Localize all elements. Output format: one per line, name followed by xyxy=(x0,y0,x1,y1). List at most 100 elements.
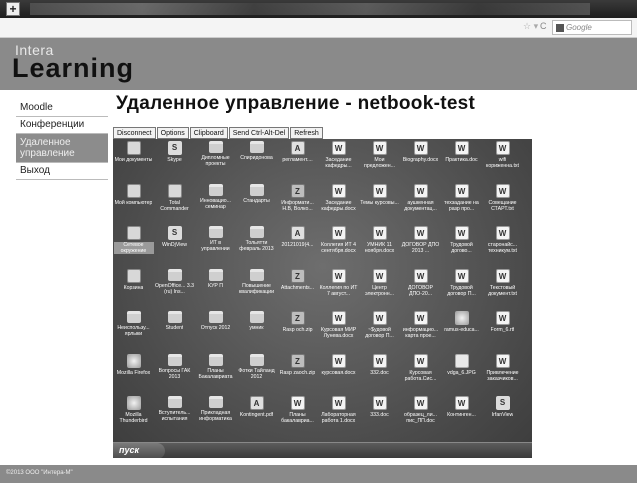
remote-desktop-screen[interactable]: Мои документы S Skype Дипломные проекты Спир… xyxy=(113,139,532,458)
desktop-icon[interactable]: Стандарты xyxy=(236,182,277,225)
desktop-icon[interactable]: Wаушкенная документац... xyxy=(400,182,441,225)
desktop-icon-label: регламент.... xyxy=(282,157,313,163)
desktop-icon[interactable]: W Трудовой договор П... xyxy=(441,267,482,310)
sidebar-item-conferences[interactable]: Конференции xyxy=(16,117,108,134)
desktop-icon[interactable]: Z Rasp zaoch.zip xyxy=(277,352,318,395)
desktop-icon[interactable]: W ДОГОВОР ДПО 2013 ... xyxy=(400,224,441,267)
desktop-icon[interactable]: Спиридонова xyxy=(236,139,277,182)
desktop-icon[interactable]: W Курсовая работа.Сис... xyxy=(400,352,441,395)
desktop-icon[interactable]: Wтехзадание на разр про... xyxy=(441,182,482,225)
desktop-icon[interactable]: Повышение квалификации xyxy=(236,267,277,310)
desktop-icon[interactable]: W Привлечение заказчиков... xyxy=(482,352,523,395)
desktop-icon[interactable]: Мои документы xyxy=(113,139,154,182)
sidebar-item-moodle[interactable]: Moodle xyxy=(16,100,108,117)
desktop-icon[interactable]: Дипломные проекты xyxy=(195,139,236,182)
desktop-icon[interactable]: A Kontingent.pdf xyxy=(236,394,277,437)
desktop-icon[interactable]: W Планы бакалавриа... xyxy=(277,394,318,437)
sidebar-item-logout[interactable]: Выход xyxy=(16,163,108,180)
folder-icon xyxy=(249,183,264,196)
desktop-icon[interactable]: Wwifi кориженна.txt xyxy=(482,139,523,182)
desktop-icon[interactable]: Aрегламент.... xyxy=(277,139,318,182)
word-doc-icon: W xyxy=(454,183,469,198)
desktop-icon[interactable]: W Коллегия ИТ 4 сентября.docx xyxy=(318,224,359,267)
desktop-icon[interactable]: W УМНИК 11 ноября.docx xyxy=(359,224,400,267)
bookmark-star-icon[interactable]: ☆ ▾ xyxy=(523,21,538,32)
desktop-icon[interactable]: Mozilla Thunderbird xyxy=(113,394,154,437)
desktop-icon[interactable]: S WinDjView xyxy=(154,224,195,267)
desktop-icon[interactable]: W Заседание кафедры... xyxy=(318,139,359,182)
sidebar-item-remote-control[interactable]: Удаленное управление xyxy=(16,134,108,163)
refresh-button[interactable]: Refresh xyxy=(290,127,323,139)
desktop-icon[interactable]: Отпуск 2012 xyxy=(195,309,236,352)
desktop-icon[interactable]: Wкурсовая.docx xyxy=(318,352,359,395)
reload-icon[interactable]: C xyxy=(540,21,547,31)
desktop-icon[interactable]: W Коллегия по ИТ 7 август... xyxy=(318,267,359,310)
desktop-icon[interactable]: A 20121019(4... xyxy=(277,224,318,267)
desktop-icon[interactable]: Student xyxy=(154,309,195,352)
desktop-icon[interactable]: S Skype xyxy=(154,139,195,182)
logo-title[interactable]: Learning xyxy=(12,53,134,84)
desktop-icon[interactable]: W Трудовой догово... xyxy=(441,224,482,267)
desktop-icon[interactable]: КУР П xyxy=(195,267,236,310)
desktop-icon[interactable]: W 332.doc xyxy=(359,352,400,395)
desktop-icon-label: Центр электронн... xyxy=(365,284,394,297)
new-tab-button[interactable]: + xyxy=(6,2,20,16)
desktop-icon[interactable]: Total Commander xyxy=(154,182,195,225)
desktop-icon[interactable]: Вопросы ГАК 2013 xyxy=(154,352,195,395)
desktop-icon[interactable]: Мой компьютер xyxy=(113,182,154,225)
desktop-icon[interactable]: Прикладная информатика xyxy=(195,394,236,437)
desktop-icon[interactable]: Mozilla Firefox xyxy=(113,352,154,395)
start-button[interactable]: пуск xyxy=(113,443,165,458)
desktop-icon[interactable]: W Темы курсовы... xyxy=(359,182,400,225)
desktop-icon[interactable]: W Мои предложен... xyxy=(359,139,400,182)
desktop-icon[interactable]: W Лабораторная работа 1.docx xyxy=(318,394,359,437)
desktop-icon[interactable]: Фотки Тайланд 2012 xyxy=(236,352,277,395)
desktop-icon[interactable]: W ~$удовой договор П... xyxy=(359,309,400,352)
desktop-icon[interactable]: W Курсовая МИР Лунева.docx xyxy=(318,309,359,352)
desktop-icon[interactable]: Wинформацио... карта прое... xyxy=(400,309,441,352)
desktop-icon[interactable]: Тольятти февраль 2013 xyxy=(236,224,277,267)
desktop-icon[interactable]: Инновацио... семинар xyxy=(195,182,236,225)
desktop-icon[interactable]: Wобразец_ли... пис_ПП.doc xyxy=(400,394,441,437)
word-doc-icon: W xyxy=(413,183,428,198)
desktop-icon[interactable]: Z Информати... Н.В, Волко... xyxy=(277,182,318,225)
desktop-icon[interactable]: W 333.doc xyxy=(359,394,400,437)
desktop-icon[interactable]: vdga_6.JPG xyxy=(441,352,482,395)
desktop-icon[interactable]: OpenOffice... 3.3 (ru) Ins... xyxy=(154,267,195,310)
desktop-icon[interactable]: W Заседание кафедры.docx xyxy=(318,182,359,225)
options-button[interactable]: Options xyxy=(156,127,189,139)
send-ctrl-alt-del-button[interactable]: Send Ctrl-Alt-Del xyxy=(228,127,290,139)
desktop-icon[interactable]: W Континген... xyxy=(441,394,482,437)
disconnect-button[interactable]: Disconnect xyxy=(113,127,156,139)
folder-icon xyxy=(167,353,182,366)
desktop-icon[interactable]: Z Attachments... xyxy=(277,267,318,310)
browser-search-input[interactable]: Google xyxy=(552,20,632,35)
desktop-icon[interactable]: Сетевое окружение xyxy=(113,224,154,267)
browser-tabs[interactable] xyxy=(30,3,590,15)
desktop-icon[interactable]: умник xyxy=(236,309,277,352)
desktop-icon[interactable]: W Совещание СТАРТ.txt xyxy=(482,182,523,225)
desktop-icon[interactable]: ramus-educa... xyxy=(441,309,482,352)
desktop-icon[interactable]: W ДОГОВОР ДПО-20... xyxy=(400,267,441,310)
word-doc-icon: W xyxy=(454,268,469,283)
my-computer-icon xyxy=(126,183,141,198)
desktop-icon[interactable]: ИТ в управлении xyxy=(195,224,236,267)
desktop-icon[interactable]: W Biography.docx xyxy=(400,139,441,182)
desktop-icon[interactable]: Вступитель... испытания xyxy=(154,394,195,437)
site-header: Intera Learning xyxy=(0,38,637,90)
desktop-icon[interactable]: Планы Бакалавриата xyxy=(195,352,236,395)
desktop-icon[interactable]: Корзина xyxy=(113,267,154,310)
desktop-icon[interactable]: S IrfanView xyxy=(482,394,523,437)
search-engine-icon[interactable] xyxy=(556,23,564,32)
page-title: Удаленное управление - netbook-test xyxy=(116,93,476,114)
desktop-icon[interactable]: Неиспользу... ярлыки xyxy=(113,309,154,352)
desktop-icon[interactable]: W Практика.doc xyxy=(441,139,482,182)
desktop-icon[interactable]: Z Rasp och.zip xyxy=(277,309,318,352)
desktop-icon[interactable]: W Form_6.rtf xyxy=(482,309,523,352)
clipboard-button[interactable]: Clipboard xyxy=(189,127,228,139)
folder-icon xyxy=(167,396,182,408)
desktop-icon[interactable]: Wстаронайс... техникум.txt xyxy=(482,224,523,267)
desktop-icon[interactable]: W Центр электронн... xyxy=(359,267,400,310)
desktop-icon-label: Коллегия по ИТ 7 август... xyxy=(319,284,358,297)
desktop-icon[interactable]: W Текстовый документ.txt xyxy=(482,267,523,310)
